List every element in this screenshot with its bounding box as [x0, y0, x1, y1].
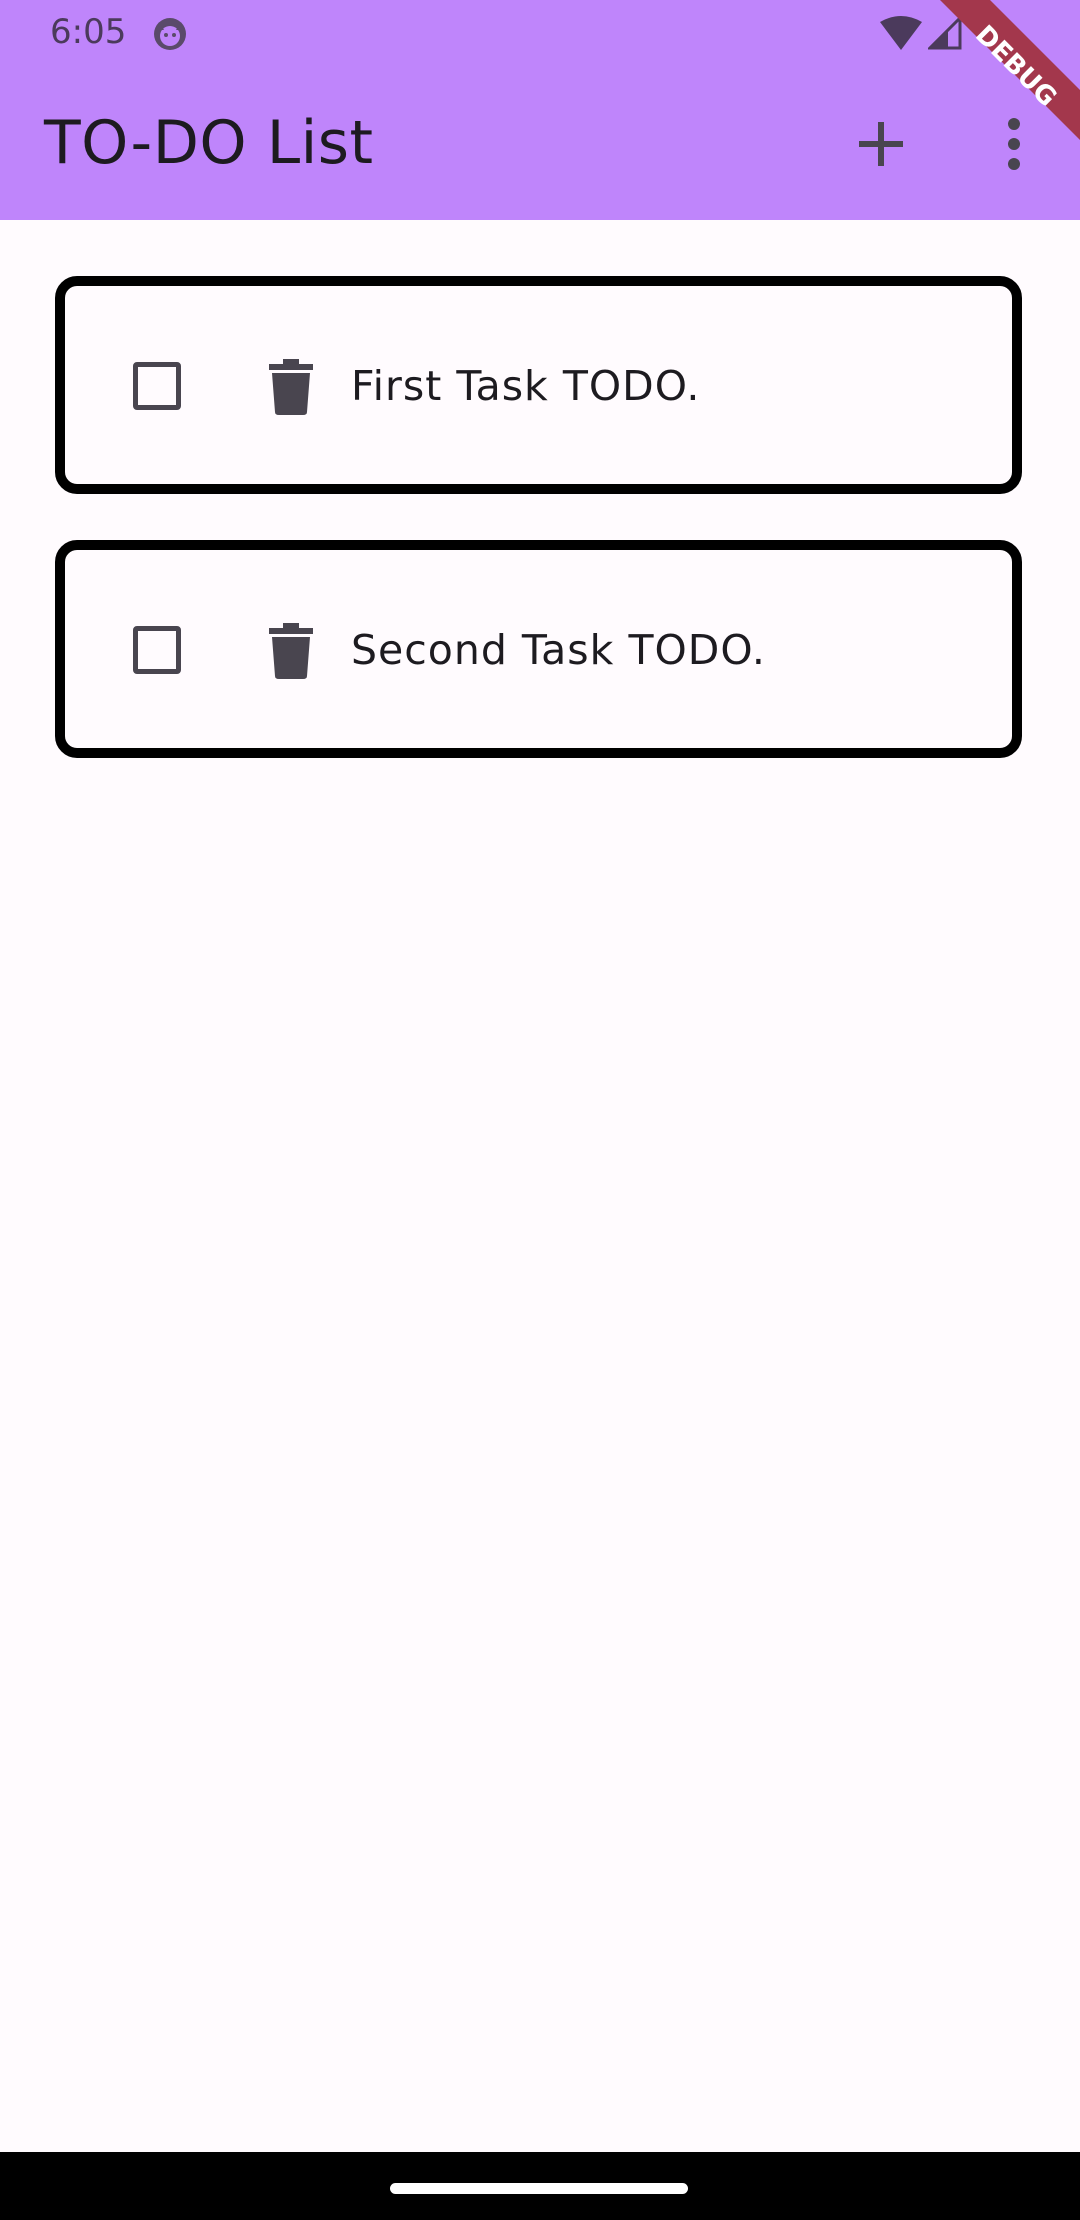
- delete-icon[interactable]: [269, 359, 313, 415]
- task-card: Second Task TODO.: [55, 540, 1022, 758]
- task-label: First Task TODO.: [351, 362, 701, 410]
- add-icon[interactable]: [851, 114, 911, 174]
- app-bar: TO-DO List: [0, 66, 1080, 220]
- checkbox-icon[interactable]: [133, 626, 181, 674]
- signal-icon: [928, 16, 962, 50]
- delete-icon[interactable]: [269, 623, 313, 679]
- home-gesture-handle[interactable]: [390, 2183, 688, 2194]
- wifi-icon: [880, 16, 922, 50]
- app-notification-icon: [154, 18, 186, 50]
- navigation-bar: [0, 2152, 1080, 2220]
- status-time: 6:05: [50, 12, 127, 52]
- status-bar: 6:05: [0, 0, 1080, 66]
- more-vert-icon[interactable]: [990, 114, 1038, 174]
- task-card: First Task TODO.: [55, 276, 1022, 494]
- checkbox-icon[interactable]: [133, 362, 181, 410]
- page-title: TO-DO List: [44, 108, 374, 178]
- task-label: Second Task TODO.: [351, 626, 766, 674]
